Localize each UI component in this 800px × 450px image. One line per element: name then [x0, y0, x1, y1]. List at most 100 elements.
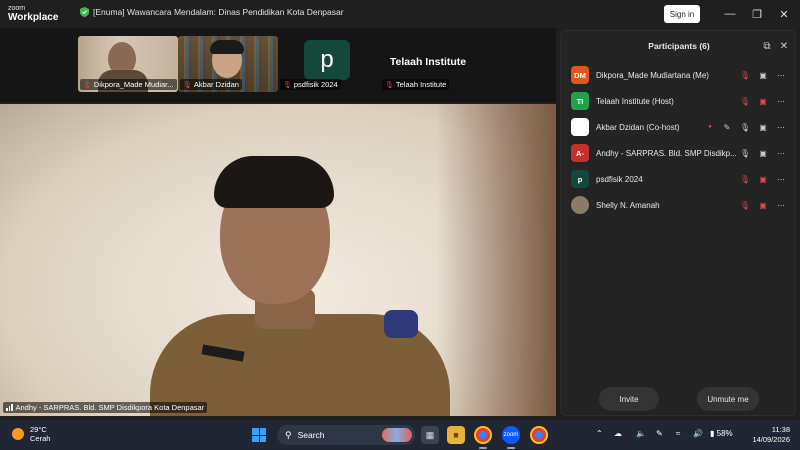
avatar: TI	[571, 92, 589, 110]
volume-icon[interactable]: 🔊	[693, 429, 703, 438]
tile-name: psdfisik 2024	[293, 80, 338, 89]
mic-muted-icon: 🎙	[385, 81, 394, 89]
speaker-hair	[214, 156, 334, 208]
video-off-icon[interactable]: ▣	[757, 95, 769, 107]
task-view-icon[interactable]: ▦	[421, 426, 439, 444]
video-tile-psdfisik[interactable]: p 🎙 psdfisik 2024	[278, 36, 378, 92]
windows-start-icon[interactable]	[252, 428, 266, 442]
close-panel-icon[interactable]: ✕	[778, 40, 790, 52]
taskbar-search[interactable]: ⚲ Search	[277, 425, 415, 445]
speaker-label: Andhy - SARPRAS. Bld. SMP Disdikpora Kot…	[3, 402, 208, 413]
video-tile-telaah[interactable]: Telaah Institute 🎙 Telaah Institute	[380, 36, 476, 92]
weather-condition: Cerah	[30, 434, 51, 443]
minimize-icon[interactable]: —	[722, 6, 738, 22]
tile-label: 🎙 Akbar Dzidan	[180, 79, 242, 90]
wifi-icon[interactable]: ≈	[676, 429, 680, 438]
avatar: p	[571, 170, 589, 188]
mic-muted-icon: 🎙	[183, 81, 192, 89]
tile-label: 🎙 psdfisik 2024	[280, 79, 341, 90]
participant-row[interactable]: DM Dikpora_Made Mudiartana (Me) 🎙 ▣ ⋯	[561, 62, 797, 88]
more-icon[interactable]: ⋯	[775, 69, 787, 81]
audio-level-icon	[6, 404, 13, 411]
brand-small: zoom	[8, 5, 26, 12]
tile-name: Akbar Dzidan	[193, 80, 239, 89]
chrome-icon[interactable]	[474, 426, 492, 444]
temperature: 29°C	[30, 425, 47, 434]
avatar	[571, 196, 589, 214]
participant-name: Andhy - SARPRAS. Bld. SMP Disdikp...	[596, 148, 736, 158]
mic-muted-icon[interactable]: 🎙	[739, 95, 751, 107]
zoom-logo: zoom Workplace	[8, 5, 58, 23]
video-on-icon[interactable]: ▣	[757, 69, 769, 81]
sign-in-button[interactable]: Sign in	[664, 5, 700, 23]
participant-row[interactable]: p psdfisik 2024 🎙 ▣ ⋯	[561, 166, 797, 192]
meeting-title: [Enuma] Wawancara Mendalam: Dinas Pendid…	[80, 7, 344, 17]
mic-muted-icon[interactable]: 🎙	[739, 199, 751, 211]
invite-button[interactable]: Invite	[599, 387, 659, 411]
video-tile-akbar[interactable]: 🎙 Akbar Dzidan	[178, 36, 278, 92]
participant-name: Dikpora_Made Mudiartana (Me)	[596, 70, 709, 80]
video-on-icon[interactable]: ▣	[757, 121, 769, 133]
clock-time: 11:38	[771, 425, 790, 434]
annotate-icon: ✎	[723, 122, 731, 132]
video-thumbnail-strip: 🎙 Dikpora_Made Mudiar... 🎙 Akbar Dzidan p …	[0, 28, 556, 102]
more-icon[interactable]: ⋯	[775, 147, 787, 159]
more-icon[interactable]: ⋯	[775, 173, 787, 185]
video-tile-dikpora[interactable]: 🎙 Dikpora_Made Mudiar...	[78, 36, 178, 92]
battery-percent: 58%	[716, 429, 733, 438]
more-icon[interactable]: ⋯	[775, 95, 787, 107]
background-curtain	[436, 104, 556, 416]
participant-row[interactable]: A- Andhy - SARPRAS. Bld. SMP Disdikp... …	[561, 140, 797, 166]
mic-muted-icon[interactable]: 🎙	[739, 69, 751, 81]
shield-icon	[80, 7, 89, 17]
title-bar: zoom Workplace [Enuma] Wawancara Mendala…	[0, 0, 800, 28]
restore-icon[interactable]: ❐	[749, 6, 765, 22]
mic-muted-icon[interactable]: 🎙	[739, 173, 751, 185]
pen-icon[interactable]: ✎	[656, 429, 663, 438]
avatar: DM	[571, 66, 589, 84]
cloud-icon[interactable]: ☁	[614, 429, 622, 438]
participants-panel: Participants (6) ⧉ ✕ DM Dikpora_Made Mud…	[560, 30, 796, 416]
system-clock[interactable]: 11:38 14/09/2026	[742, 425, 790, 445]
uniform-emblem	[384, 310, 418, 338]
battery-indicator[interactable]: ▮ 58%	[710, 429, 733, 438]
participant-row[interactable]: Shelly N. Amanah 🎙 ▣ ⋯	[561, 192, 797, 218]
more-icon[interactable]: ⋯	[775, 199, 787, 211]
sun-icon	[12, 428, 24, 440]
mic-muted-icon: 🎙	[83, 81, 92, 89]
unmute-me-button[interactable]: Unmute me	[697, 387, 759, 411]
weather-widget[interactable]: 29°C Cerah	[12, 425, 50, 443]
file-explorer-icon[interactable]: ■	[447, 426, 465, 444]
mic-on-icon[interactable]: 🎙	[739, 147, 751, 159]
avatar: p	[304, 40, 350, 80]
tile-label: 🎙 Dikpora_Made Mudiar...	[80, 79, 177, 90]
search-icon: ⚲	[285, 429, 292, 440]
video-on-icon[interactable]: ▣	[757, 147, 769, 159]
participant-row[interactable]: Akbar Dzidan (Co-host) ● ✎ 🎙 ▣ ⋯	[561, 114, 797, 140]
video-off-icon[interactable]: ▣	[757, 199, 769, 211]
mic-muted-icon: 🎙	[283, 81, 292, 89]
search-highlight-icon	[382, 428, 412, 442]
clock-date: 14/09/2026	[752, 435, 790, 444]
zoom-icon[interactable]: zoom	[502, 426, 520, 444]
meeting-title-text: [Enuma] Wawancara Mendalam: Dinas Pendid…	[93, 7, 344, 17]
video-off-icon[interactable]: ▣	[757, 173, 769, 185]
more-icon[interactable]: ⋯	[775, 121, 787, 133]
chevron-up-icon[interactable]: ⌃	[596, 429, 603, 438]
zoom-window: zoom Workplace [Enuma] Wawancara Mendala…	[0, 0, 800, 420]
close-icon[interactable]: ✕	[776, 6, 792, 22]
battery-icon: ▮	[710, 429, 715, 438]
active-speaker-video[interactable]: Andhy - SARPRAS. Bld. SMP Disdikpora Kot…	[0, 104, 556, 416]
participant-name: psdfisik 2024	[596, 174, 643, 184]
brand-large: Workplace	[8, 12, 59, 23]
avatar	[571, 118, 589, 136]
mic-on-icon[interactable]: 🎙	[739, 121, 751, 133]
participant-hair	[210, 40, 244, 54]
tile-name: Dikpora_Made Mudiar...	[93, 80, 174, 89]
speaker-icon[interactable]: 🔈	[636, 429, 646, 438]
participant-row[interactable]: TI Telaah Institute (Host) 🎙 ▣ ⋯	[561, 88, 797, 114]
tile-display-name: Telaah Institute	[389, 56, 467, 68]
active-indicator	[479, 447, 487, 449]
pop-out-icon[interactable]: ⧉	[761, 40, 773, 52]
chrome-profile-icon[interactable]	[530, 426, 548, 444]
